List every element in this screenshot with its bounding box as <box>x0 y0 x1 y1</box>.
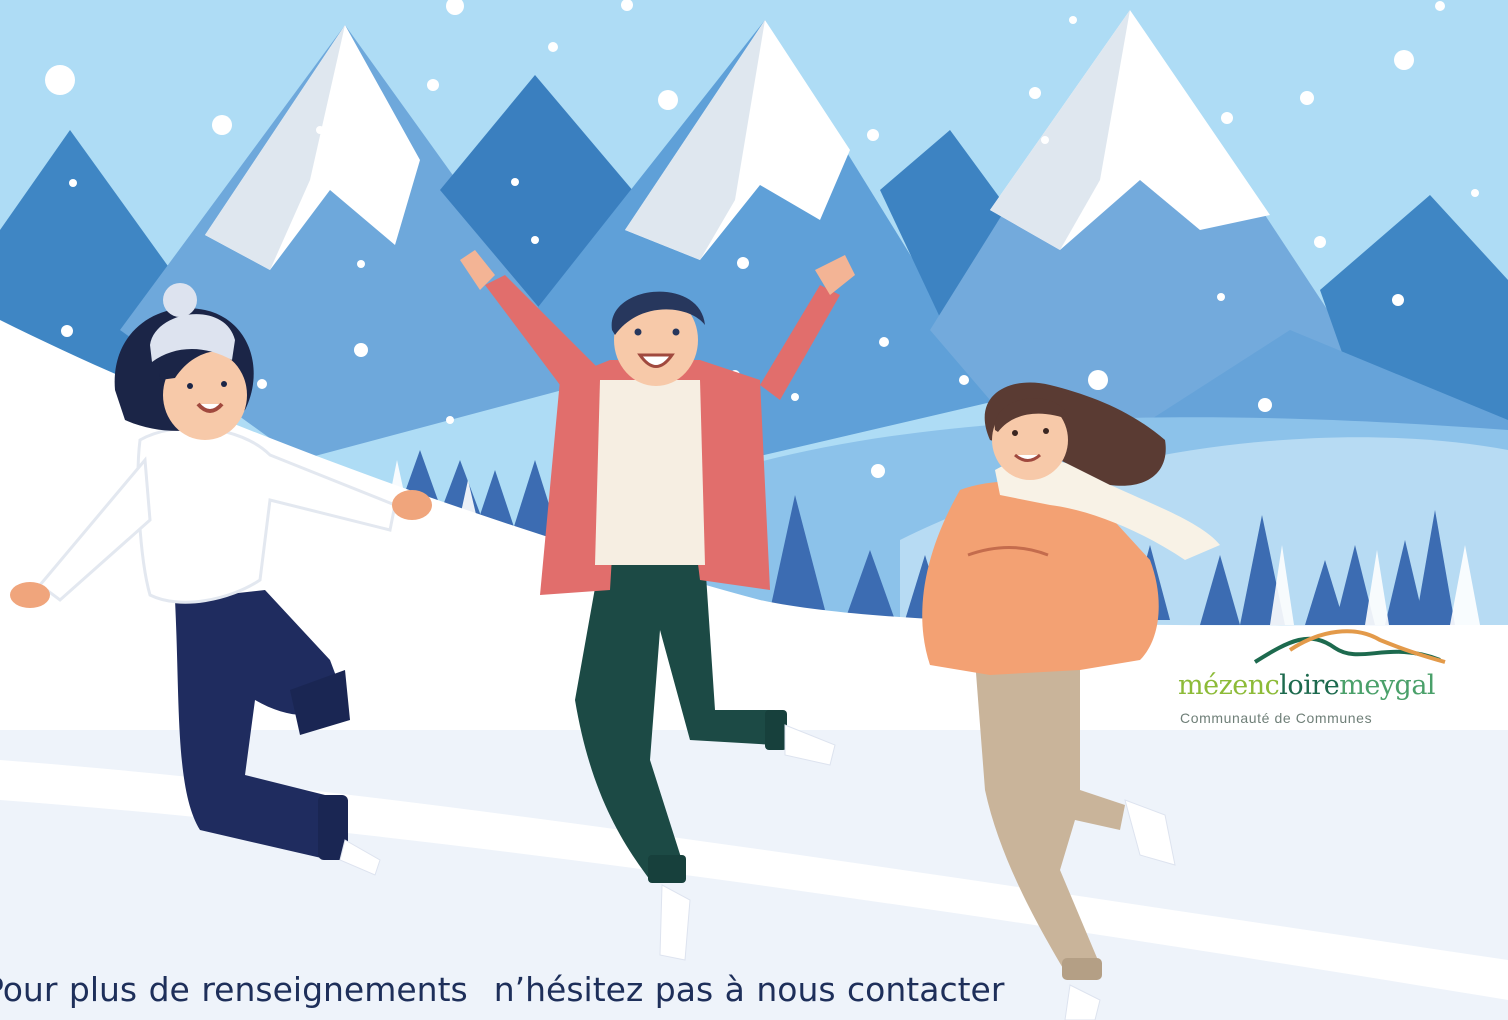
community-logo: mézencloiremeygal Communauté de Communes <box>1172 626 1462 734</box>
footer-text-part1: Pour plus de renseignements <box>0 970 468 1009</box>
logo-wordmark: mézencloiremeygal <box>1178 670 1436 701</box>
logo-word-part3: meygal <box>1339 670 1436 701</box>
footer-text-part2: n’hésitez pas à nous contacter <box>493 970 1005 1009</box>
footer-contact-text: Pour plus de renseignements n’hésitez pas… <box>0 970 1004 1009</box>
winter-scene-illustration <box>0 0 1508 1020</box>
logo-word-part2: loire <box>1279 670 1340 701</box>
logo-subtitle: Communauté de Communes <box>1180 710 1373 726</box>
logo-word-part1: mézenc <box>1178 670 1280 701</box>
